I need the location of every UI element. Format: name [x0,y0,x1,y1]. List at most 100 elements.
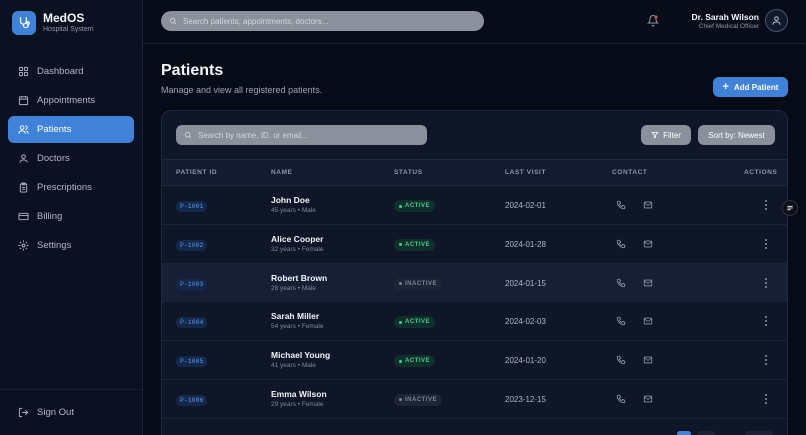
page-title: Patients [161,62,224,79]
sign-out-button[interactable]: Sign Out [18,407,74,418]
global-search[interactable] [161,11,484,31]
header-last-visit[interactable]: LAST VISIT [505,169,546,176]
status-badge: ACTIVE [394,238,436,251]
patient-name[interactable]: Sarah Miller [271,311,319,321]
header-patient-id[interactable]: PATIENT ID [176,169,217,176]
patient-name[interactable]: John Doe [271,195,310,205]
avatar[interactable] [765,9,788,32]
more-vertical-icon[interactable] [763,199,769,211]
credit-card-icon [18,212,29,221]
filter-button[interactable]: Filter [641,125,691,145]
status-label: ACTIVE [405,203,431,209]
mail-icon[interactable] [643,355,653,365]
table-row[interactable]: P-1004 Sarah Miller 54 years • Female ACTIV… [162,302,787,342]
patient-meta: 28 years • Male [271,284,316,292]
brand-name: MedOS [43,10,85,25]
patient-name[interactable]: Emma Wilson [271,389,327,399]
pagination-current[interactable] [677,431,691,435]
bell-icon[interactable] [647,14,659,27]
status-badge: INACTIVE [394,277,443,290]
header-status[interactable]: STATUS [394,169,423,176]
status-badge: ACTIVE [394,316,436,329]
sidebar-item-label: Settings [37,240,72,251]
status-label: ACTIVE [405,319,431,326]
sidebar-item-settings[interactable]: Settings [8,232,134,259]
table-search-input[interactable] [198,130,418,140]
gear-icon [18,240,29,251]
mail-icon[interactable] [643,316,653,326]
patient-name[interactable]: Michael Young [271,350,330,360]
status-label: INACTIVE [405,280,438,287]
status-badge: ACTIVE [394,355,436,368]
phone-icon[interactable] [616,316,626,326]
more-vertical-icon[interactable] [763,277,769,289]
patient-meta: 45 years • Male [271,207,316,214]
mail-icon[interactable] [643,200,653,210]
patient-name[interactable]: Robert Brown [271,273,327,283]
pagination-next[interactable] [697,431,715,435]
phone-icon[interactable] [616,200,626,210]
user-name: Dr. Sarah Wilson [691,12,759,22]
patient-id[interactable]: P-1001 [176,201,208,212]
status-badge: ACTIVE [394,200,436,212]
table-row[interactable]: P-1005 Michael Young 41 years • Male ACTIVE… [162,341,787,380]
last-visit: 2024-01-15 [505,278,546,288]
phone-icon[interactable] [616,394,626,404]
patient-id[interactable]: P-1003 [176,278,208,290]
patient-meta: 29 years • Female [271,400,324,408]
sidebar-item-label: Doctors [37,153,70,164]
table-row[interactable]: P-1003 Robert Brown 28 years • Male INACTIV… [162,263,787,303]
table-row[interactable]: P-1006 Emma Wilson 29 years • Female INACTI… [162,380,787,419]
table-search[interactable] [176,125,427,145]
more-vertical-icon[interactable] [763,354,769,366]
last-visit: 2024-02-03 [505,317,546,327]
brand-subtitle: Hospital System [43,25,94,33]
header-name[interactable]: NAME [271,169,293,176]
mail-icon[interactable] [643,394,653,404]
user-role: Chief Medical Officer [698,23,759,30]
phone-icon[interactable] [616,355,626,365]
filter-icon [651,131,659,139]
phone-icon[interactable] [616,239,626,249]
sidebar-item-prescriptions[interactable]: Prescriptions [8,174,134,201]
status-dot [399,282,402,286]
status-dot [399,204,402,208]
more-vertical-icon[interactable] [763,315,769,327]
sidebar-item-billing[interactable]: Billing [8,203,134,230]
status-badge: INACTIVE [394,393,443,406]
patient-id[interactable]: P-1006 [176,394,208,406]
sidebar-item-patients[interactable]: Patients [8,116,134,143]
global-search-input[interactable] [183,16,473,26]
sidebar: MedOS Hospital System Dashboard Appointm… [0,0,143,435]
last-visit: 2024-01-28 [505,239,546,249]
mail-icon[interactable] [643,278,653,288]
sidebar-item-appointments[interactable]: Appointments [8,87,134,114]
top-bar: Dr. Sarah Wilson Chief Medical Officer [143,0,806,44]
pagination-more[interactable] [745,431,773,435]
search-icon [184,131,192,139]
patient-meta: 32 years • Female [271,245,324,253]
sort-button[interactable]: Sort by: Newest [698,125,775,145]
users-icon [18,125,29,134]
add-patient-button[interactable]: + Add Patient [713,77,788,97]
brand[interactable]: MedOS Hospital System [12,11,94,35]
more-vertical-icon[interactable] [763,393,769,405]
sidebar-item-label: Billing [37,211,63,222]
sidebar-item-label: Appointments [37,95,96,106]
table-row[interactable]: P-1002 Alice Cooper 32 years • Female ACTIV… [162,225,787,264]
table-row[interactable]: P-1001 John Doe 45 years • Male ACTIVE 2024-… [162,186,787,225]
sidebar-item-dashboard[interactable]: Dashboard [8,58,134,85]
patient-id[interactable]: P-1005 [176,356,208,368]
sidebar-item-doctors[interactable]: Doctors [8,145,134,172]
mail-icon[interactable] [643,239,653,249]
status-dot [399,320,402,324]
patient-id[interactable]: P-1004 [176,317,208,329]
patient-name[interactable]: Alice Cooper [271,234,323,244]
phone-icon[interactable] [616,278,626,288]
accessibility-widget[interactable] [782,200,798,216]
settings-toggle-icon [787,205,793,211]
sidebar-item-label: Dashboard [37,66,84,77]
more-vertical-icon[interactable] [763,238,769,250]
clipboard-icon [19,182,28,193]
patient-id[interactable]: P-1002 [176,239,208,251]
